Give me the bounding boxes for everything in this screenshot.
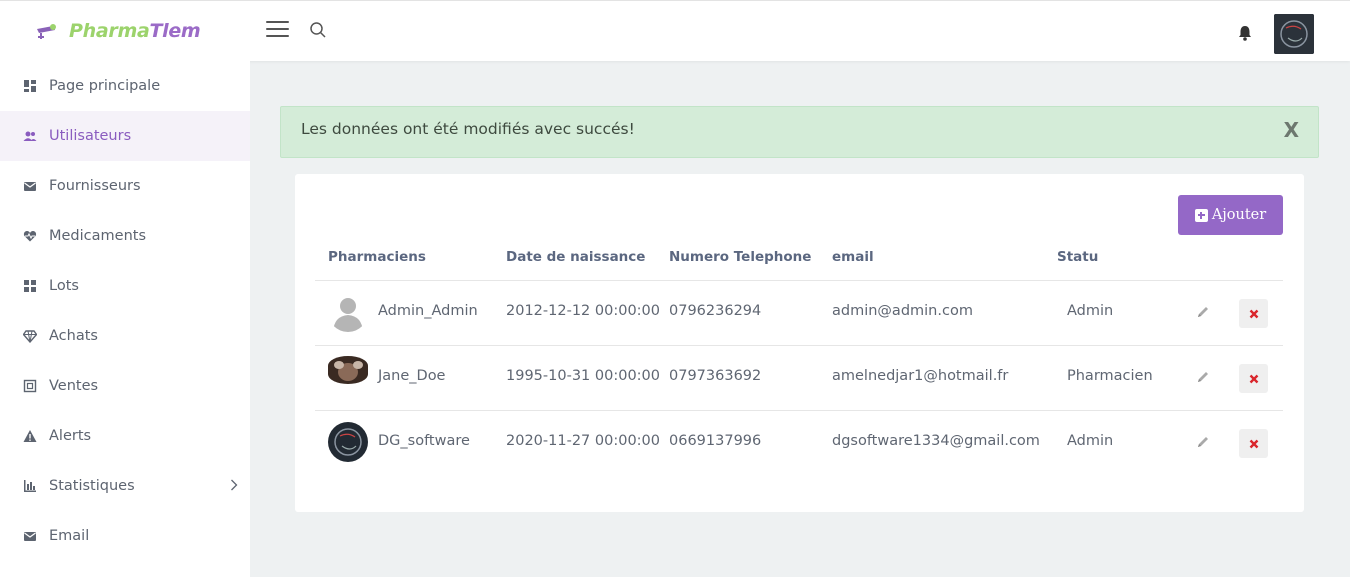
app-logo[interactable]: PharmaTlem [33, 16, 201, 46]
user-avatar [328, 292, 368, 332]
sidebar-item-ventes[interactable]: Ventes [0, 361, 250, 411]
add-button-label: Ajouter [1211, 207, 1267, 223]
cell-phone: 0796236294 [669, 303, 762, 319]
user-avatar[interactable] [1274, 14, 1314, 54]
sidebar-item-page-principale[interactable]: Page principale [0, 61, 250, 111]
sidebar-item-lots[interactable]: Lots [0, 261, 250, 311]
sidebar-item-label: Page principale [49, 78, 161, 94]
sidebar-item-label: Fournisseurs [49, 178, 141, 194]
cell-status: Admin [1067, 303, 1114, 319]
sidebar-item-label: Achats [49, 328, 98, 344]
menu-toggle-icon[interactable] [266, 21, 289, 39]
column-header-date-naissance[interactable]: Date de naissance [506, 249, 645, 265]
bar-chart-icon [24, 480, 36, 492]
add-user-button[interactable]: Ajouter [1178, 195, 1283, 235]
users-icon [23, 131, 37, 141]
cell-birth-date: 2012-12-12 00:00:00 [506, 303, 660, 319]
close-icon [1249, 309, 1258, 318]
envelope-icon [24, 532, 36, 541]
top-header: PharmaTlem [0, 0, 1350, 61]
sidebar-item-alerts[interactable]: Alerts [0, 411, 250, 461]
edit-pencil-icon[interactable] [1195, 304, 1211, 320]
delete-button[interactable] [1239, 299, 1268, 328]
success-alert: Les données ont été modifiés avec succés… [280, 106, 1319, 158]
sidebar-item-label: Alerts [49, 428, 92, 444]
cell-email: amelnedjar1@hotmail.fr [832, 368, 1009, 384]
diamond-icon [23, 330, 37, 343]
sidebar-item-achats[interactable]: Achats [0, 311, 250, 361]
cell-phone: 0669137996 [669, 433, 762, 449]
sidebar-item-label: Statistiques [49, 478, 135, 494]
alert-message: Les données ont été modifiés avec succés… [301, 120, 635, 138]
column-header-email[interactable]: email [832, 249, 874, 265]
pharmacy-logo-icon [37, 24, 56, 39]
sidebar-item-label: Utilisateurs [49, 128, 132, 144]
close-icon [1249, 439, 1258, 448]
user-avatar [328, 356, 368, 384]
edit-pencil-icon[interactable] [1195, 434, 1211, 450]
close-icon [1249, 374, 1258, 383]
column-header-telephone[interactable]: Numero Telephone [669, 249, 811, 265]
grid-icon [24, 280, 36, 292]
users-table-card: Ajouter Pharmaciens Date de naissance Nu… [295, 174, 1304, 512]
cell-email: dgsoftware1334@gmail.com [832, 433, 1040, 449]
user-avatar [328, 422, 368, 462]
sidebar-item-statistiques[interactable]: Statistiques [0, 461, 250, 511]
warning-icon [23, 430, 37, 442]
logo-text-pharma: Pharma [69, 20, 150, 42]
dashboard-icon [24, 80, 36, 92]
sidebar-item-utilisateurs[interactable]: Utilisateurs [0, 111, 250, 161]
delete-button[interactable] [1239, 429, 1268, 458]
sidebar-item-fournisseurs[interactable]: Fournisseurs [0, 161, 250, 211]
column-header-statu[interactable]: Statu [1057, 249, 1098, 265]
cell-name: Jane_Doe [378, 368, 446, 384]
plus-square-icon [1194, 208, 1208, 222]
cell-status: Pharmacien [1067, 368, 1153, 384]
cell-name: Admin_Admin [378, 303, 478, 319]
delete-button[interactable] [1239, 364, 1268, 393]
cell-email: admin@admin.com [832, 303, 973, 319]
cell-birth-date: 2020-11-27 00:00:00 [506, 433, 660, 449]
box-icon [23, 379, 37, 393]
sidebar-item-label: Ventes [49, 378, 99, 394]
search-icon[interactable] [309, 21, 327, 39]
edit-pencil-icon[interactable] [1195, 369, 1211, 385]
cell-birth-date: 1995-10-31 00:00:00 [506, 368, 660, 384]
envelope-icon [24, 182, 36, 191]
cell-phone: 0797363692 [669, 368, 762, 384]
bell-icon[interactable] [1237, 24, 1253, 42]
sidebar-item-label: Lots [49, 278, 79, 294]
table-row: Jane_Doe 1995-10-31 00:00:00 0797363692 … [315, 345, 1283, 410]
sidebar: Page principale Utilisateurs Fournisseur… [0, 61, 250, 577]
cell-name: DG_software [378, 433, 470, 449]
sidebar-item-medicaments[interactable]: Medicaments [0, 211, 250, 261]
table-row: Admin_Admin 2012-12-12 00:00:00 07962362… [315, 280, 1283, 345]
sidebar-item-email[interactable]: Email [0, 511, 250, 561]
column-header-pharmaciens[interactable]: Pharmaciens [328, 249, 426, 265]
heart-pulse-icon [23, 231, 37, 242]
logo-text-tlem: Tlem [149, 20, 201, 42]
chevron-right-icon [231, 479, 238, 491]
alert-close-button[interactable]: X [1284, 118, 1299, 142]
sidebar-item-label: Medicaments [49, 228, 146, 244]
cell-status: Admin [1067, 433, 1114, 449]
table-row: DG_software 2020-11-27 00:00:00 06691379… [315, 410, 1283, 475]
sidebar-item-label: Email [49, 528, 90, 544]
